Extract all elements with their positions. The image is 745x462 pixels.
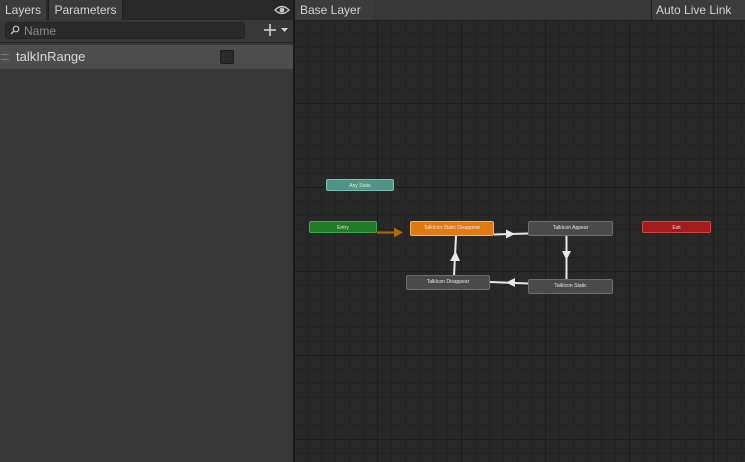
state-talkicon-static-disappear[interactable]: TalkIcon Static Disappear xyxy=(410,221,494,236)
parameter-row[interactable]: talkInRange xyxy=(0,45,293,69)
parameter-name[interactable]: talkInRange xyxy=(16,49,85,64)
transition-arrow-icon xyxy=(394,227,403,238)
breadcrumb-base-layer[interactable]: Base Layer xyxy=(300,3,361,17)
panel-tabs: Layers Parameters xyxy=(0,0,293,21)
breadcrumb-arrow xyxy=(365,0,373,20)
parameter-bool-checkbox[interactable] xyxy=(220,50,234,64)
auto-live-link-button[interactable]: Auto Live Link xyxy=(651,0,745,20)
tab-layers[interactable]: Layers xyxy=(0,0,46,20)
state-any-state[interactable]: Any State xyxy=(326,179,394,191)
eye-icon[interactable] xyxy=(274,3,290,17)
transition-arrow-icon xyxy=(506,278,515,287)
state-exit[interactable]: Exit xyxy=(642,221,711,233)
transitions-layer xyxy=(377,227,571,287)
state-talkicon-disappear[interactable]: TalkIcon Disappear xyxy=(406,275,490,290)
graph-toolbar: Base Layer Auto Live Link xyxy=(295,0,745,21)
breadcrumb[interactable]: Base Layer xyxy=(295,0,373,20)
search-row xyxy=(0,20,293,41)
tab-parameters[interactable]: Parameters xyxy=(48,0,123,20)
state-talkicon-appear[interactable]: TalkIcon Appear xyxy=(528,221,613,236)
animator-graph-panel: Base Layer Auto Live Link Any State Entr… xyxy=(295,0,745,462)
search-field[interactable] xyxy=(5,22,245,39)
transition-arrow-icon xyxy=(562,251,571,260)
drag-handle-icon[interactable] xyxy=(1,54,9,60)
state-talkicon-static[interactable]: TalkIcon Static xyxy=(528,279,613,294)
search-icon xyxy=(10,25,20,35)
state-entry[interactable]: Entry xyxy=(309,221,377,233)
divider xyxy=(0,42,293,43)
graph-canvas[interactable]: Any State Entry TalkIcon Static Disappea… xyxy=(295,21,745,462)
transition-arrow-icon xyxy=(506,229,515,239)
parameters-panel: Layers Parameters talkInRange xyxy=(0,0,293,462)
add-parameter-button[interactable] xyxy=(262,22,290,38)
search-input[interactable] xyxy=(24,23,239,38)
transition-arrow-icon xyxy=(450,251,460,261)
auto-live-link-label: Auto Live Link xyxy=(656,3,732,17)
